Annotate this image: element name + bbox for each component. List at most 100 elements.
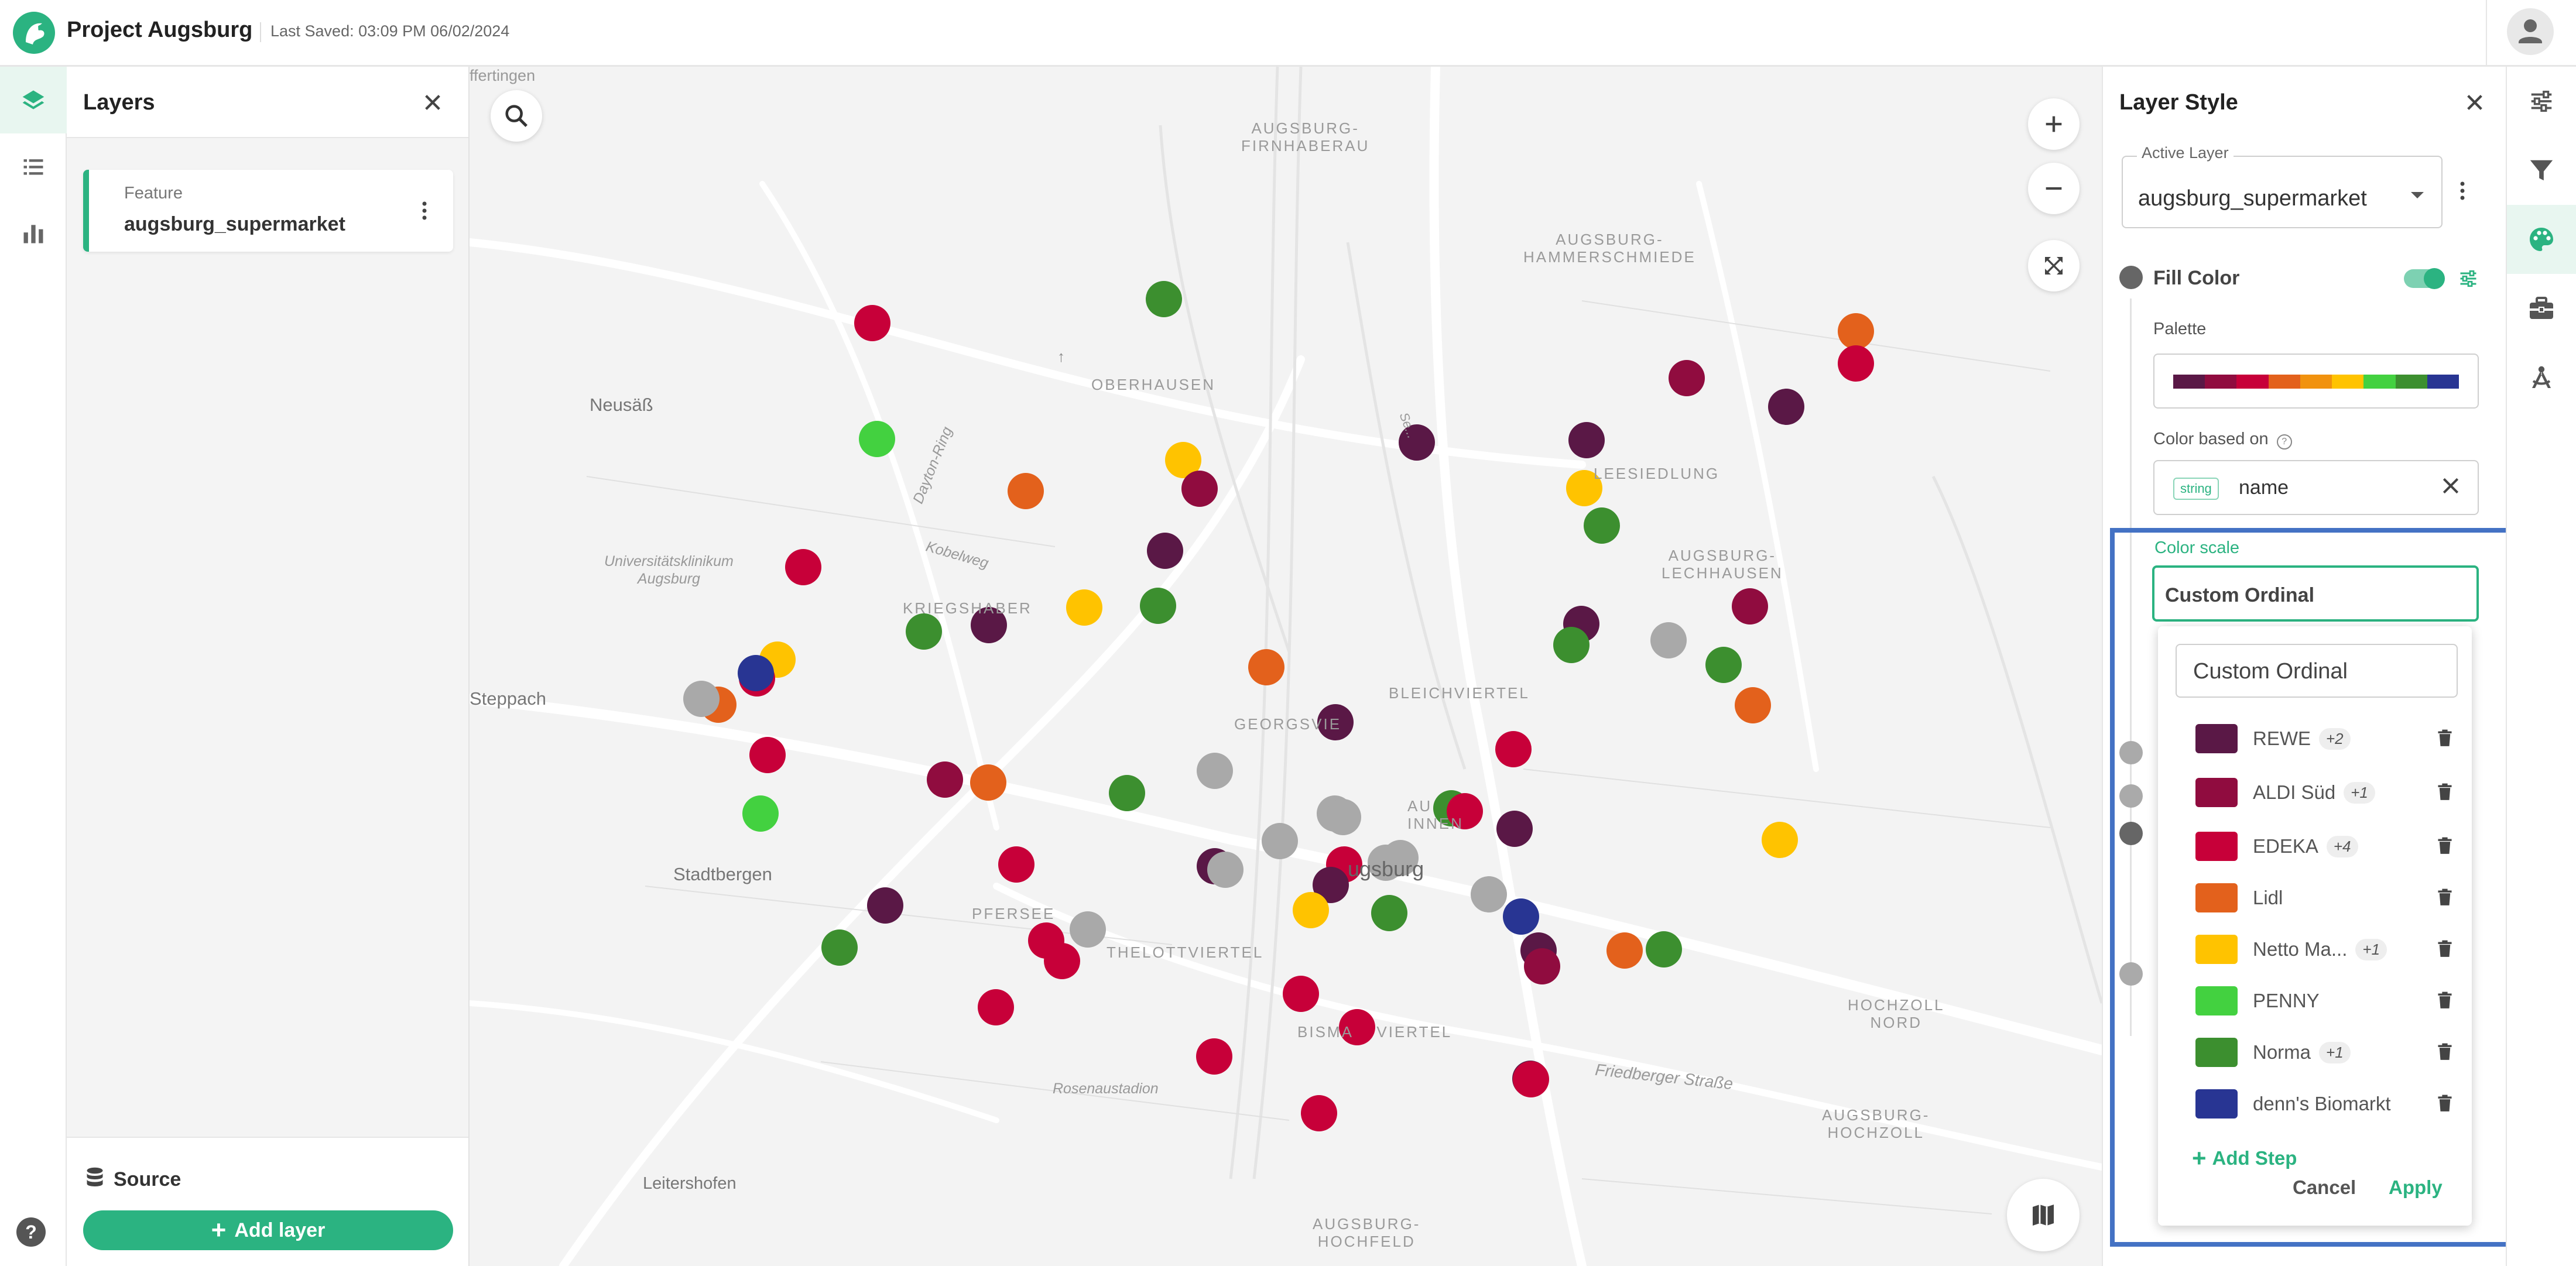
- basemap-button[interactable]: [2007, 1179, 2080, 1251]
- fullscreen-button[interactable]: [2028, 240, 2080, 291]
- color-step-swatch[interactable]: [2195, 1089, 2238, 1119]
- color-step-row[interactable]: Norma +1: [2195, 1035, 2453, 1070]
- supermarket-point: [970, 764, 1006, 801]
- help-icon[interactable]: ?: [16, 1217, 46, 1247]
- color-step-row[interactable]: ALDI Süd +1: [2195, 775, 2453, 810]
- supermarket-point: [1584, 507, 1620, 544]
- layer-card[interactable]: Feature augsburg_supermarket: [83, 170, 453, 252]
- color-step-swatch[interactable]: [2195, 883, 2238, 912]
- color-step-row[interactable]: PENNY: [2195, 983, 2453, 1018]
- color-scale-search-input[interactable]: Custom Ordinal: [2176, 644, 2458, 698]
- color-step-swatch[interactable]: [2195, 778, 2238, 807]
- app-logo-icon[interactable]: [13, 12, 55, 54]
- supermarket-point: [1283, 976, 1319, 1012]
- style-tool-button[interactable]: [2507, 205, 2576, 274]
- color-step-swatch[interactable]: [2195, 1038, 2238, 1067]
- color-step-row[interactable]: Netto Ma... +1: [2195, 932, 2453, 967]
- color-step-row[interactable]: Lidl: [2195, 880, 2453, 915]
- zoom-in-button[interactable]: [2028, 98, 2080, 150]
- map-label-thelottviertel: THELOTTVIERTEL: [1107, 944, 1264, 961]
- active-layer-more-button[interactable]: [2459, 180, 2466, 204]
- layers-panel-title: Layers: [83, 90, 155, 115]
- trash-icon[interactable]: [2437, 991, 2453, 1009]
- active-layer-label: Active Layer: [2137, 144, 2234, 162]
- map-search-button[interactable]: [491, 90, 542, 142]
- supermarket-point: [1207, 852, 1244, 888]
- palette-preview: [2173, 375, 2459, 389]
- layer-more-button[interactable]: [410, 193, 439, 228]
- map-label-pfersee: PFERSEE: [972, 905, 1056, 922]
- trash-icon[interactable]: [2437, 940, 2453, 958]
- color-step-swatch[interactable]: [2195, 986, 2238, 1015]
- toolbox-tool-button[interactable]: [2507, 274, 2576, 343]
- map-label-steppach: Steppach: [470, 688, 546, 709]
- supermarket-point: [1838, 345, 1874, 382]
- layers-panel: Layers Feature augsburg_supermarket Sour…: [67, 67, 470, 1266]
- clear-field-button[interactable]: [2439, 474, 2462, 500]
- supermarket-point: [1008, 473, 1044, 509]
- supermarket-point: [1768, 389, 1804, 425]
- map-canvas[interactable]: ffertingen Neusäß Steppach Stadtbergen L…: [470, 67, 2102, 1266]
- cancel-button[interactable]: Cancel: [2293, 1176, 2356, 1199]
- map-icon: [2033, 1205, 2054, 1226]
- charts-nav-button[interactable]: [0, 200, 67, 267]
- layer-style-close-button[interactable]: [2460, 88, 2489, 117]
- color-based-on-select[interactable]: string name: [2153, 460, 2479, 515]
- app-title: Project Augsburg: [67, 18, 253, 42]
- supermarket-point: [1606, 932, 1643, 969]
- supermarket-point: [1496, 811, 1533, 847]
- supermarket-point: [1838, 313, 1874, 349]
- supermarket-point: [1650, 622, 1687, 658]
- trash-icon[interactable]: [2437, 837, 2453, 855]
- layers-nav-button[interactable]: [0, 67, 67, 133]
- list-icon: [23, 159, 43, 175]
- zoom-out-button[interactable]: [2028, 163, 2080, 214]
- active-layer-value: augsburg_supermarket: [2138, 186, 2367, 211]
- list-nav-button[interactable]: [0, 133, 67, 200]
- map-label-arrow: ↑: [1057, 348, 1065, 365]
- palette-select[interactable]: [2153, 354, 2479, 409]
- color-step-swatch[interactable]: [2195, 832, 2238, 861]
- trash-icon[interactable]: [2437, 1095, 2453, 1112]
- map-label-neusass: Neusäß: [590, 394, 653, 415]
- supermarket-point: [1197, 753, 1233, 789]
- fill-color-toggle[interactable]: [2404, 268, 2445, 289]
- color-based-on-label: Color based on ?: [2153, 430, 2292, 450]
- add-step-button[interactable]: + Add Step: [2192, 1146, 2297, 1171]
- trash-icon[interactable]: [2437, 783, 2453, 801]
- trash-icon[interactable]: [2437, 729, 2453, 747]
- trash-icon[interactable]: [2437, 888, 2453, 906]
- map-label-hochzoll: AUGSBURG- HOCHZOLL: [1822, 1106, 1930, 1141]
- settings-tool-button[interactable]: [2507, 67, 2576, 136]
- map-label-firnhaberau: AUGSBURG- FIRNHABERAU: [1241, 119, 1370, 155]
- color-step-row[interactable]: EDEKA +4: [2195, 829, 2453, 864]
- supermarket-point: [1293, 892, 1329, 928]
- trash-icon[interactable]: [2437, 1043, 2453, 1061]
- fill-color-settings-button[interactable]: [2458, 268, 2479, 292]
- color-step-row[interactable]: REWE +2: [2195, 721, 2453, 756]
- supermarket-point: [785, 549, 821, 585]
- palette-icon: [2530, 228, 2553, 251]
- color-step-count-badge: +2: [2319, 728, 2351, 750]
- color-scale-select[interactable]: Custom Ordinal: [2152, 565, 2479, 622]
- add-layer-button[interactable]: + Add layer: [83, 1210, 453, 1250]
- layers-close-button[interactable]: [418, 88, 447, 117]
- drawing-tool-button[interactable]: [2507, 343, 2576, 412]
- supermarket-point: [1732, 588, 1768, 625]
- color-step-name: ALDI Süd: [2253, 781, 2336, 803]
- color-step-name: PENNY: [2253, 990, 2320, 1011]
- left-nav-rail: [0, 67, 67, 1266]
- user-avatar-icon[interactable]: [2507, 8, 2554, 55]
- apply-button[interactable]: Apply: [2389, 1176, 2443, 1199]
- color-based-on-value: name: [2239, 476, 2289, 499]
- filter-tool-button[interactable]: [2507, 136, 2576, 205]
- color-step-count-badge: +1: [2355, 938, 2387, 960]
- layer-type-label: Feature: [124, 184, 183, 203]
- active-layer-select[interactable]: Active Layer augsburg_supermarket: [2122, 144, 2443, 228]
- color-step-swatch[interactable]: [2195, 935, 2238, 964]
- color-step-swatch[interactable]: [2195, 724, 2238, 753]
- color-scale-label: Color scale: [2154, 538, 2240, 557]
- map-label-georgsviertel: GEORGSVIE: [1234, 715, 1342, 733]
- supermarket-point: [1147, 533, 1183, 569]
- color-step-row[interactable]: denn's Biomarkt: [2195, 1086, 2453, 1121]
